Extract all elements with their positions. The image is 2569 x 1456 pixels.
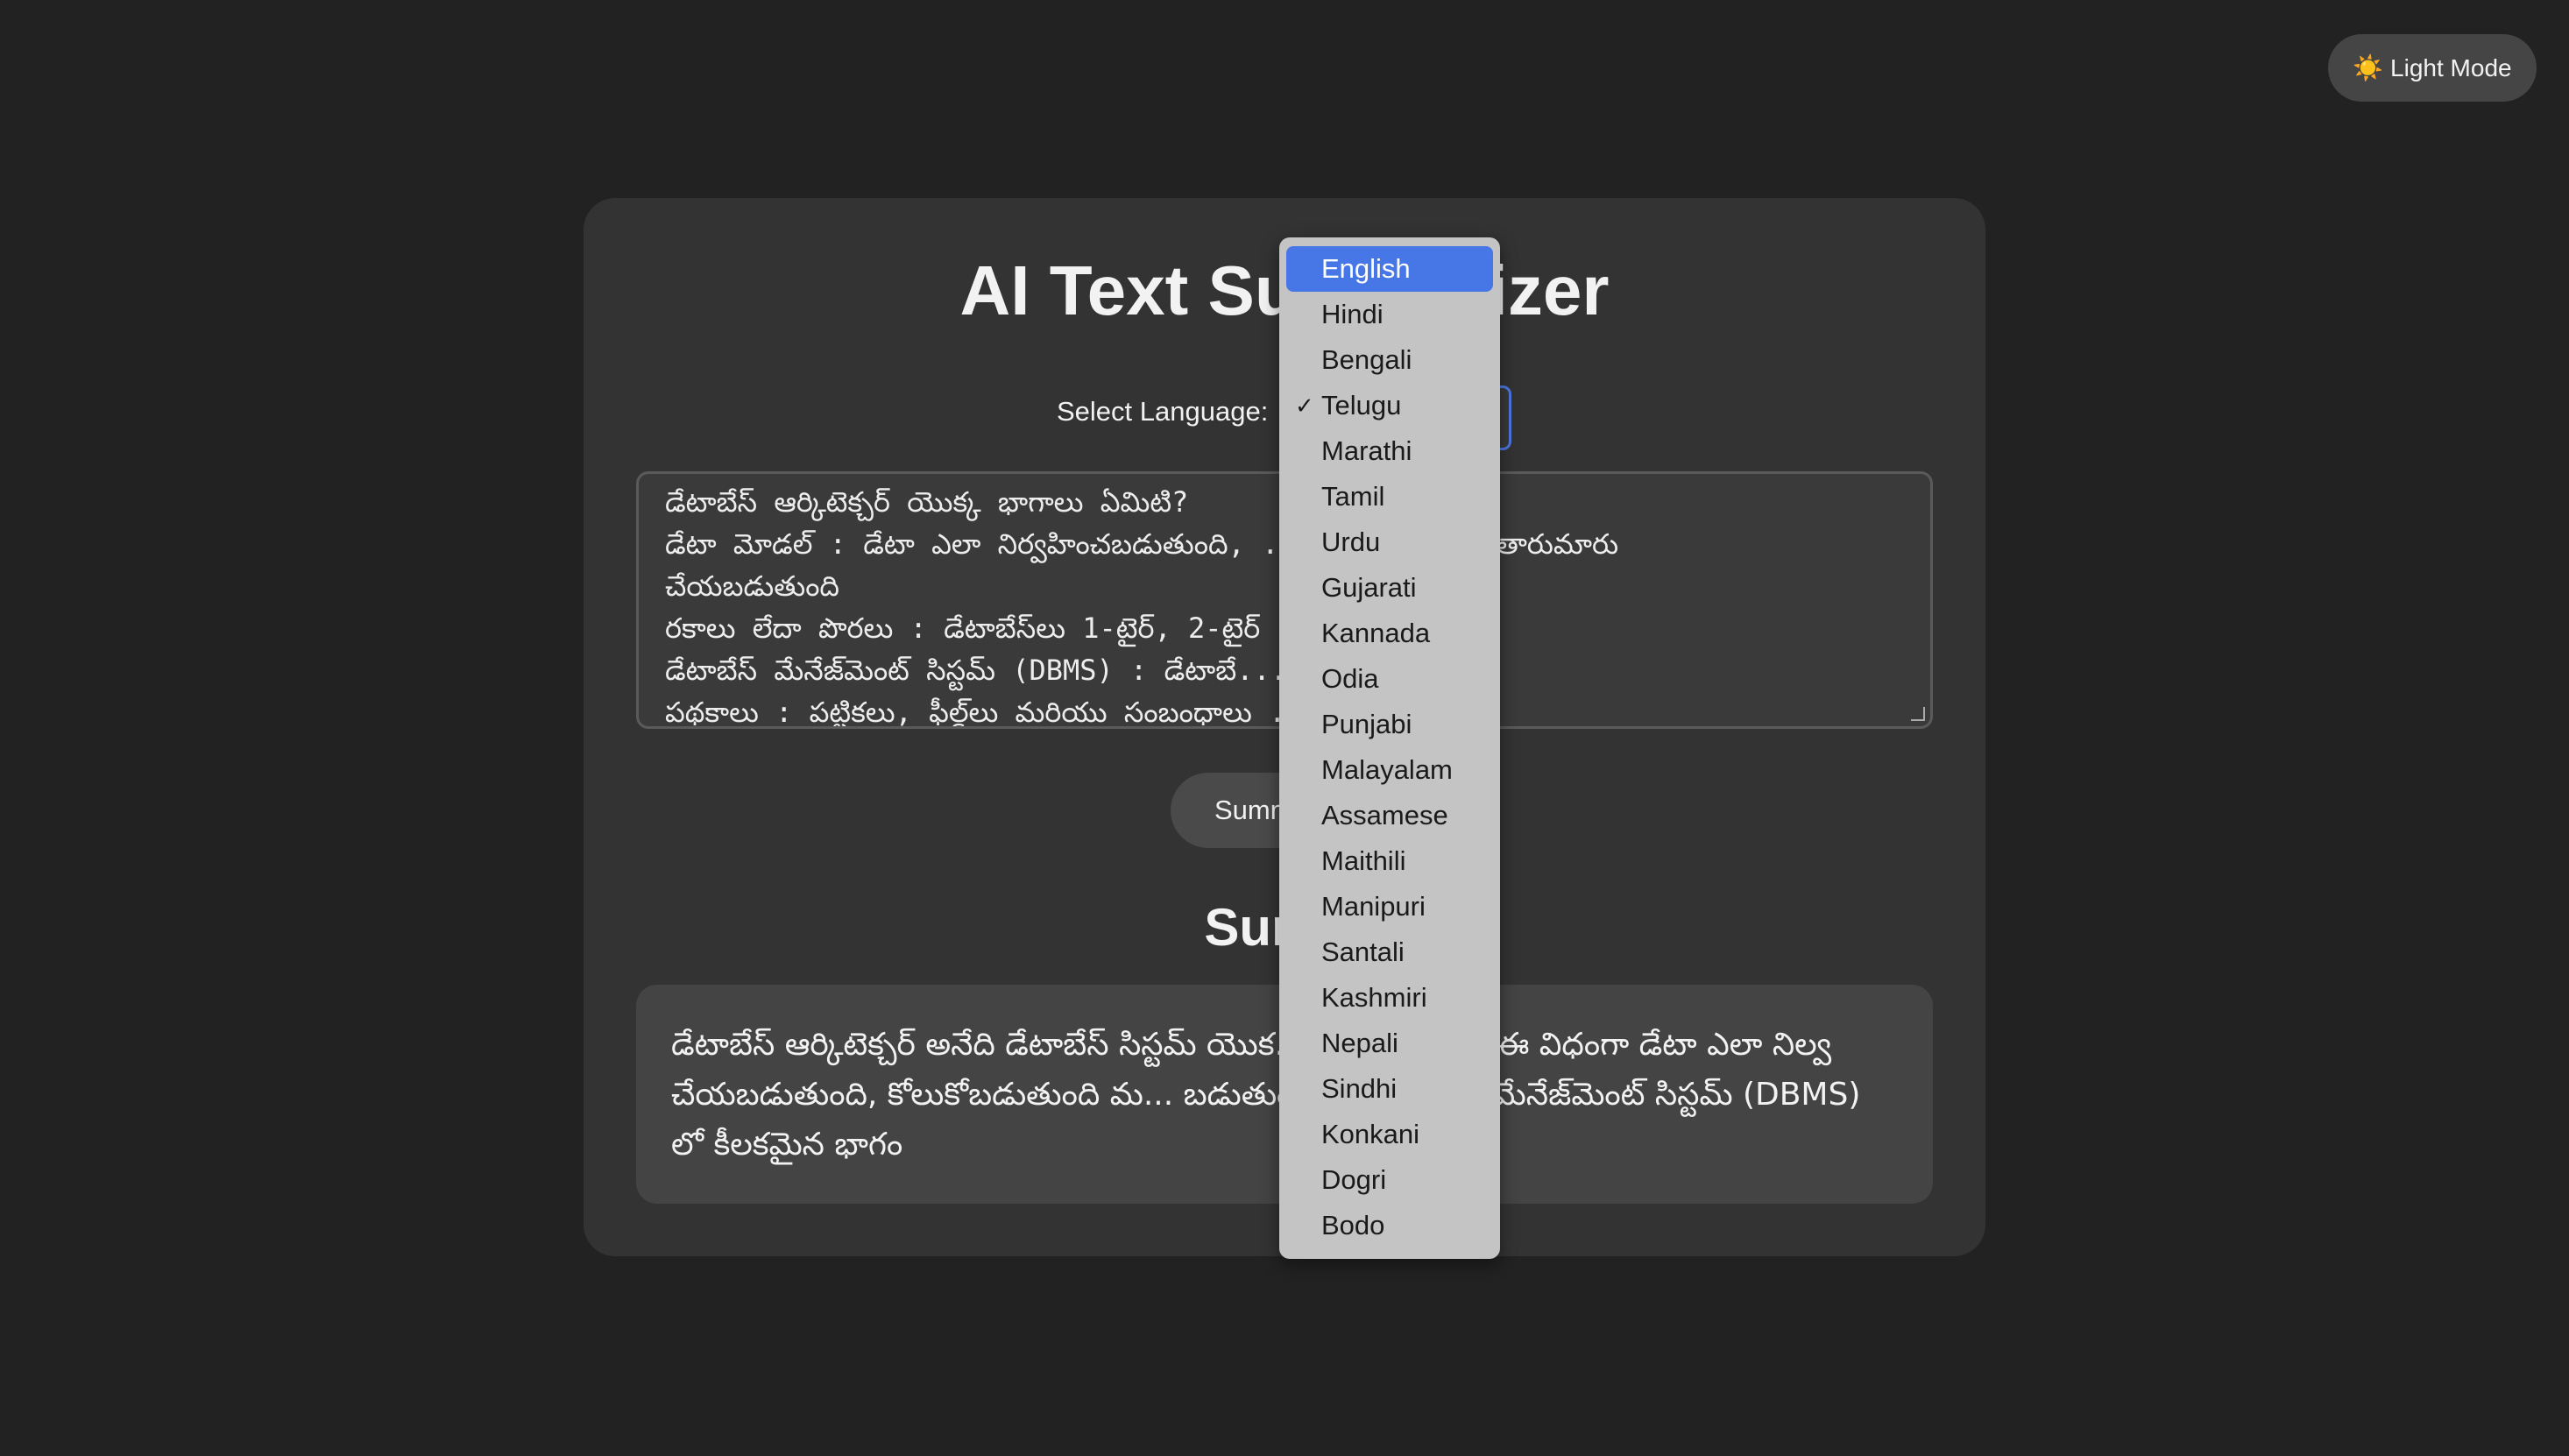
language-option-hindi[interactable]: Hindi	[1279, 292, 1500, 337]
resize-handle-icon[interactable]	[1911, 707, 1925, 721]
language-option-sindhi[interactable]: Sindhi	[1279, 1066, 1500, 1112]
language-option-label: Odia	[1321, 663, 1379, 694]
language-option-label: Kannada	[1321, 618, 1431, 648]
language-option-telugu[interactable]: ✓ Telugu	[1279, 383, 1500, 428]
language-option-label: Nepali	[1321, 1028, 1398, 1058]
language-option-label: Maithili	[1321, 845, 1406, 876]
language-option-label: Dogri	[1321, 1164, 1387, 1195]
language-option-santali[interactable]: Santali	[1279, 929, 1500, 975]
language-label: Select Language:	[1057, 396, 1269, 427]
language-option-label: Assamese	[1321, 800, 1448, 830]
language-option-label: English	[1321, 253, 1411, 284]
language-option-label: Urdu	[1321, 527, 1381, 557]
language-option-bodo[interactable]: Bodo	[1279, 1203, 1500, 1248]
language-option-maithili[interactable]: Maithili	[1279, 838, 1500, 884]
language-option-label: Sindhi	[1321, 1073, 1398, 1104]
checkmark-icon: ✓	[1295, 392, 1314, 419]
language-dropdown-menu[interactable]: English Hindi Bengali ✓ Telugu Marathi Tamil Ur…	[1279, 237, 1500, 1259]
language-option-label: Marathi	[1321, 435, 1412, 466]
language-option-label: Malayalam	[1321, 754, 1453, 785]
language-option-label: Konkani	[1321, 1119, 1420, 1149]
language-option-label: Hindi	[1321, 299, 1384, 329]
language-option-bengali[interactable]: Bengali	[1279, 337, 1500, 383]
language-option-label: Tamil	[1321, 481, 1385, 512]
language-option-label: Bengali	[1321, 344, 1412, 375]
language-option-punjabi[interactable]: Punjabi	[1279, 702, 1500, 747]
language-option-dogri[interactable]: Dogri	[1279, 1157, 1500, 1203]
language-option-gujarati[interactable]: Gujarati	[1279, 565, 1500, 611]
language-option-nepali[interactable]: Nepali	[1279, 1021, 1500, 1066]
summary-text: డేటాబేస్ ఆర్కిటెక్చర్ అనేది డేటాబేస్ సిస…	[671, 1027, 1861, 1163]
language-option-kashmiri[interactable]: Kashmiri	[1279, 975, 1500, 1021]
language-option-tamil[interactable]: Tamil	[1279, 474, 1500, 519]
theme-toggle-label: ☀️ Light Mode	[2353, 54, 2512, 81]
language-option-label: Manipuri	[1321, 891, 1426, 922]
language-option-label: Telugu	[1321, 390, 1402, 421]
language-option-label: Bodo	[1321, 1210, 1385, 1240]
language-option-kannada[interactable]: Kannada	[1279, 611, 1500, 656]
language-option-assamese[interactable]: Assamese	[1279, 793, 1500, 838]
language-option-odia[interactable]: Odia	[1279, 656, 1500, 702]
language-option-label: Punjabi	[1321, 709, 1412, 739]
language-option-label: Kashmiri	[1321, 982, 1427, 1013]
language-option-manipuri[interactable]: Manipuri	[1279, 884, 1500, 929]
language-option-english[interactable]: English	[1286, 246, 1493, 292]
language-option-marathi[interactable]: Marathi	[1279, 428, 1500, 474]
language-option-label: Gujarati	[1321, 572, 1417, 603]
language-option-urdu[interactable]: Urdu	[1279, 519, 1500, 565]
light-mode-toggle[interactable]: ☀️ Light Mode	[2328, 34, 2537, 102]
language-option-label: Santali	[1321, 937, 1405, 967]
language-option-malayalam[interactable]: Malayalam	[1279, 747, 1500, 793]
language-option-konkani[interactable]: Konkani	[1279, 1112, 1500, 1157]
